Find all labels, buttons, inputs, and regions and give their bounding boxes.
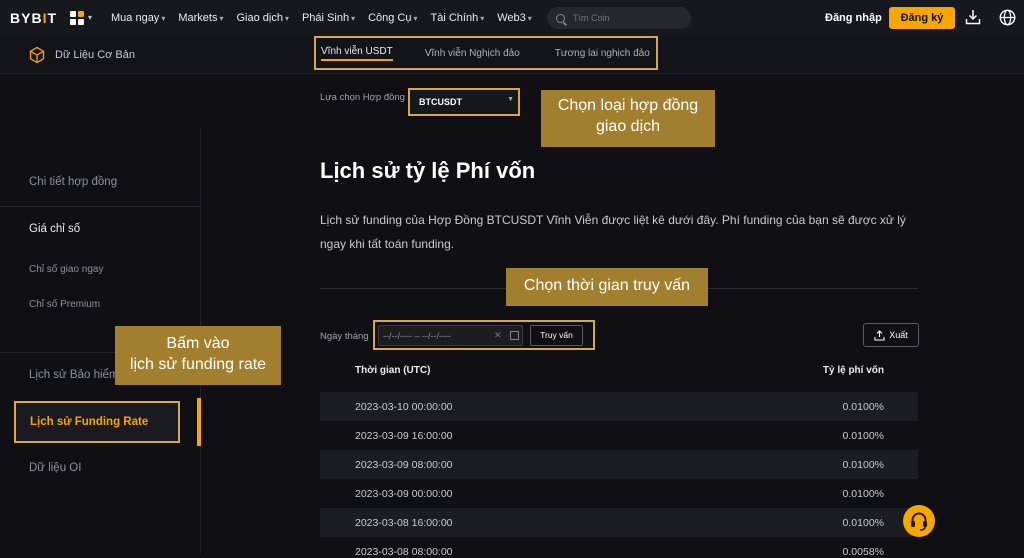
headset-icon [911,512,927,531]
tab-inverse-futures[interactable]: Tương lai nghịch đảo [555,48,650,59]
sidebar-item-contract-details[interactable]: Chi tiết hợp đồng [29,176,117,188]
date-range-input[interactable]: --/--/---- – --/--/---- ✕ [378,325,523,346]
sidebar-item-funding-rate-history[interactable]: Lịch sử Funding Rate [14,401,180,443]
logo-prefix: BYB [10,10,43,26]
date-placeholder: --/--/---- – --/--/---- [383,331,451,341]
contract-select-value: BTCUSDT [419,97,462,107]
table-row: 2023-03-08 16:00:00 0.0100% [320,508,918,537]
contract-select-label: Lựa chọn Hợp đồng [320,92,405,103]
callout-time: Chọn thời gian truy vấn [506,268,708,306]
callout-contract-line2: giao dịch [595,117,661,135]
table-header-time: Thời gian (UTC) [355,365,431,376]
sidebar-item-index-price[interactable]: Giá chỉ số [29,223,80,235]
nav-mua-ngay[interactable]: Mua ngay [111,12,165,24]
sidebar-item-label: Lịch sử Funding Rate [30,416,149,428]
clear-icon[interactable]: ✕ [494,330,502,341]
export-button[interactable]: Xuất [863,323,919,347]
table-row: 2023-03-09 16:00:00 0.0100% [320,421,918,450]
callout-sidebar-line1: Bấm vào [166,335,230,352]
callout-contract-line1: Chọn loại hợp đồng [557,97,699,114]
table-row: 2023-03-09 08:00:00 0.0100% [320,450,918,479]
logo-suffix: T [47,10,58,26]
chevron-down-icon[interactable]: ▾ [88,13,92,22]
export-label: Xuất [889,330,908,340]
export-icon [874,329,885,341]
table-row: 2023-03-09 00:00:00 0.0100% [320,479,918,508]
cell-time: 2023-03-09 00:00:00 [355,488,453,500]
search-placeholder: Tìm Coin [573,13,610,23]
cell-time: 2023-03-10 00:00:00 [355,401,453,413]
nav-giao-dich[interactable]: Giao dịch [236,12,289,24]
page-description: Lịch sử funding của Hợp Đồng BTCUSDT Vĩn… [320,213,906,251]
cell-time: 2023-03-08 08:00:00 [355,546,453,558]
cell-rate: 0.0100% [842,459,884,471]
date-label: Ngày tháng [320,331,369,342]
nav-web3[interactable]: Web3 [497,12,532,24]
sidebar-divider [0,206,201,207]
support-button[interactable] [903,505,935,537]
query-button[interactable]: Truy vấn [530,325,583,346]
sidebar-item-premium-index[interactable]: Chỉ số Premium [29,299,100,310]
callout-sidebar: Bấm vào lịch sử funding rate [115,326,281,385]
bybit-logo[interactable]: BYBIT [10,10,57,26]
active-indicator [197,398,201,446]
callout-sidebar-line2: lịch sử funding rate [129,355,267,373]
tab-inverse-perpetual[interactable]: Vĩnh viễn Nghịch đảo [425,48,520,59]
search-input[interactable]: Tìm Coin [547,7,691,29]
search-icon [556,13,565,23]
nav-cong-cu[interactable]: Công Cụ [368,12,417,24]
chevron-down-icon: ▼ [507,96,514,103]
table-header-rate: Tỷ lệ phí vốn [822,365,884,376]
signup-button[interactable]: Đăng ký [889,7,955,29]
section-label: Dữ Liệu Cơ Bản [55,49,136,61]
tab-usdt-perpetual[interactable]: Vĩnh viễn USDT [321,46,393,61]
sub-navigation-bar: Dữ Liệu Cơ Bản Vĩnh viễn USDT Vĩnh viễn … [0,36,1024,74]
calendar-icon[interactable] [510,331,519,340]
table-row: 2023-03-10 00:00:00 0.0100% [320,392,918,421]
callout-time-line1: Chọn thời gian truy vấn [523,277,691,294]
nav-tai-chinh[interactable]: Tài Chính [431,12,485,24]
main-nav: Mua ngay Markets Giao dịch Phái Sinh Côn… [111,0,545,36]
globe-icon[interactable] [999,9,1016,26]
nav-phai-sinh[interactable]: Phái Sinh [302,12,355,24]
top-navigation-bar: BYBIT ▾ Mua ngay Markets Giao dịch Phái … [0,0,1024,36]
nav-markets[interactable]: Markets [178,12,223,24]
sidebar-item-spot-index[interactable]: Chỉ số giao ngay [29,264,104,275]
cell-time: 2023-03-09 16:00:00 [355,430,453,442]
callout-contract: Chọn loại hợp đồng giao dịch [541,90,715,147]
apps-grid-icon[interactable] [70,11,84,25]
contract-type-tabs: Vĩnh viễn USDT Vĩnh viễn Nghịch đảo Tươn… [314,36,658,70]
sidebar-item-open-interest[interactable]: Dữ liệu OI [29,462,81,474]
sidebar-item-insurance-history[interactable]: Lịch sử Bảo hiểm [29,369,119,381]
contract-select[interactable]: BTCUSDT ▼ [408,88,520,116]
cell-rate: 0.0100% [842,430,884,442]
download-icon[interactable] [965,9,981,25]
cell-rate: 0.0100% [842,401,884,413]
cell-time: 2023-03-09 08:00:00 [355,459,453,471]
table-row: 2023-03-08 08:00:00 0.0058% [320,537,918,558]
cube-icon [29,46,45,64]
cell-rate: 0.0100% [842,517,884,529]
cell-rate: 0.0100% [842,488,884,500]
login-link[interactable]: Đăng nhập [825,12,882,24]
cell-rate: 0.0058% [842,546,884,558]
cell-time: 2023-03-08 16:00:00 [355,517,453,529]
page-title: Lịch sử tỷ lệ Phí vốn [320,158,536,183]
